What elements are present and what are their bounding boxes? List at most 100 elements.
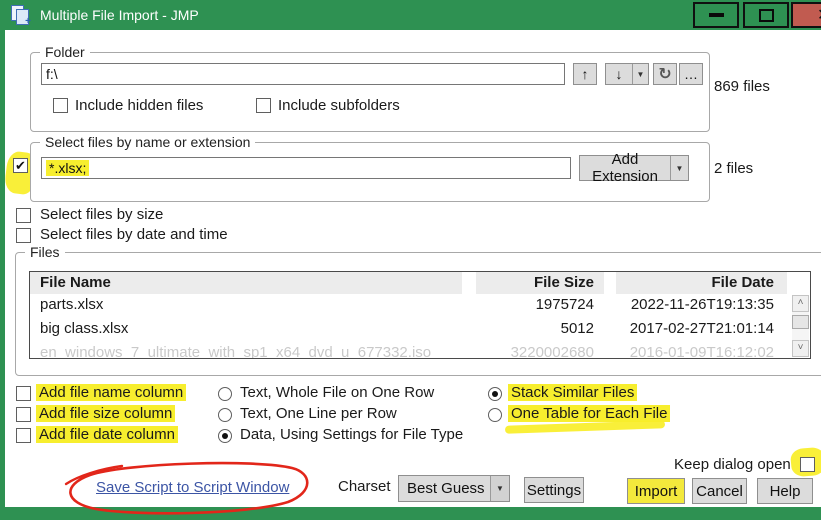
add-extension-label: Add Extension (580, 151, 670, 185)
scroll-down-button[interactable]: ˅ (792, 340, 809, 357)
settings-button[interactable]: Settings (524, 477, 584, 503)
radio-dot (222, 433, 228, 439)
files-group: Files File Name File Size File Date part… (15, 252, 821, 376)
maximize-icon (759, 9, 774, 22)
file-size-cell: 5012 (430, 318, 594, 340)
include-hidden-checkbox[interactable] (53, 98, 68, 113)
file-size-cell: 1975724 (430, 294, 594, 316)
help-button[interactable]: Help (757, 478, 813, 504)
cancel-label: Cancel (696, 483, 743, 500)
files-table-body: parts.xlsx 1975724 2022-11-26T19:13:35 b… (30, 294, 790, 358)
add-file-size-column-label: Add file size column (36, 405, 175, 422)
add-file-size-column-checkbox[interactable] (16, 407, 31, 422)
charset-combobox[interactable]: Best Guess ▼ (398, 475, 510, 502)
file-name-cell: big class.xlsx (40, 318, 128, 340)
radio-stack-similar-files[interactable] (488, 387, 502, 401)
column-header-file-date[interactable]: File Date (616, 272, 787, 294)
vertical-scrollbar[interactable]: ˄ ˅ (792, 295, 809, 357)
add-file-name-column-label: Add file name column (36, 384, 186, 401)
check-icon: ✔ (15, 158, 26, 173)
table-row[interactable]: big class.xlsx 5012 2017-02-27T21:01:14 (30, 318, 790, 342)
chevron-down-icon[interactable]: ▼ (670, 156, 688, 180)
file-date-cell: 2016-01-09T16:12:02 (594, 342, 774, 358)
radio-one-table-each-file-label: One Table for Each File (508, 405, 670, 422)
close-icon: ✕ (817, 5, 821, 25)
include-hidden-label: Include hidden files (75, 97, 203, 114)
minimize-button[interactable] (693, 2, 739, 28)
file-name-cell: en_windows_7_ultimate_with_sp1_x64_dvd_u… (40, 342, 431, 358)
files-table: File Name File Size File Date parts.xlsx… (29, 271, 811, 359)
highlighter-mark (505, 420, 665, 434)
multiple-files-icon: + (10, 5, 30, 25)
refresh-icon: ↻ (658, 64, 671, 84)
select-by-date-checkbox[interactable] (16, 228, 31, 243)
add-file-date-column-label: Add file date column (36, 426, 178, 443)
plus-icon: + (25, 17, 31, 27)
radio-text-one-line[interactable] (218, 408, 232, 422)
chevron-down-icon: ˅ (798, 342, 804, 353)
folder-path-input[interactable] (41, 63, 565, 85)
radio-data-settings-label: Data, Using Settings for File Type (240, 426, 463, 443)
table-row[interactable]: parts.xlsx 1975724 2022-11-26T19:13:35 (30, 294, 790, 318)
file-date-cell: 2022-11-26T19:13:35 (594, 294, 774, 316)
pattern-input[interactable]: *.xlsx; (41, 157, 571, 179)
files-group-legend: Files (25, 244, 65, 260)
add-extension-button[interactable]: Add Extension ▼ (579, 155, 689, 181)
radio-dot (492, 391, 498, 397)
maximize-button[interactable] (743, 2, 789, 28)
chevron-down-icon[interactable]: ▼ (490, 476, 509, 501)
folder-group: Folder ↑ ↓ ▼ ↻ … Include hidden files In… (30, 52, 710, 132)
file-name-cell: parts.xlsx (40, 294, 103, 316)
charset-label: Charset (338, 478, 391, 495)
select-by-size-label: Select files by size (40, 206, 163, 223)
help-label: Help (770, 483, 801, 500)
column-header-file-name[interactable]: File Name (30, 272, 462, 294)
refresh-button[interactable]: ↻ (653, 63, 677, 85)
chevron-down-icon[interactable]: ▼ (632, 64, 648, 84)
import-label: Import (635, 483, 678, 500)
name-filter-legend: Select files by name or extension (40, 134, 255, 150)
radio-stack-similar-files-label: Stack Similar Files (508, 384, 637, 401)
window-border-left (0, 30, 5, 520)
select-by-size-checkbox[interactable] (16, 208, 31, 223)
radio-one-table-each-file[interactable] (488, 408, 502, 422)
scroll-up-button[interactable]: ˄ (792, 295, 809, 312)
down-arrow-icon: ↓ (606, 66, 632, 82)
filter-enabled-checkbox[interactable]: ✔ (13, 158, 28, 173)
add-file-name-column-checkbox[interactable] (16, 386, 31, 401)
folder-up-button[interactable]: ↑ (573, 63, 597, 85)
folder-down-split-button[interactable]: ↓ ▼ (605, 63, 649, 85)
minimize-icon (709, 13, 724, 17)
chevron-up-icon: ˄ (798, 297, 804, 308)
filter-files-count: 2 files (714, 160, 753, 177)
add-file-date-column-checkbox[interactable] (16, 428, 31, 443)
pattern-value: *.xlsx; (46, 160, 89, 176)
ellipsis-icon: … (684, 66, 698, 82)
scrollbar-thumb[interactable] (792, 315, 809, 329)
column-header-file-size[interactable]: File Size (476, 272, 604, 294)
file-date-cell: 2017-02-27T21:01:14 (594, 318, 774, 340)
file-size-cell: 3220002680 (430, 342, 594, 358)
include-subfolders-checkbox[interactable] (256, 98, 271, 113)
settings-label: Settings (527, 482, 581, 499)
close-button[interactable]: ✕ (791, 2, 821, 28)
keep-dialog-open-checkbox[interactable] (800, 457, 815, 472)
radio-text-one-line-label: Text, One Line per Row (240, 405, 397, 422)
radio-text-whole-file[interactable] (218, 387, 232, 401)
table-row[interactable]: en_windows_7_ultimate_with_sp1_x64_dvd_u… (30, 342, 790, 358)
keep-dialog-open-label: Keep dialog open (674, 456, 791, 473)
folder-group-legend: Folder (40, 44, 90, 60)
window-title: Multiple File Import - JMP (40, 7, 199, 23)
folder-files-count: 869 files (714, 78, 770, 95)
radio-text-whole-file-label: Text, Whole File on One Row (240, 384, 434, 401)
multiple-file-import-dialog: + Multiple File Import - JMP ✕ Folder ↑ … (0, 0, 821, 526)
save-script-link[interactable]: Save Script to Script Window (96, 479, 289, 496)
charset-value: Best Guess (399, 480, 490, 497)
window-border-bottom (0, 507, 821, 520)
cancel-button[interactable]: Cancel (692, 478, 747, 504)
up-arrow-icon: ↑ (582, 66, 589, 82)
radio-data-settings[interactable] (218, 429, 232, 443)
select-by-date-label: Select files by date and time (40, 226, 228, 243)
browse-button[interactable]: … (679, 63, 703, 85)
import-button[interactable]: Import (627, 478, 685, 504)
